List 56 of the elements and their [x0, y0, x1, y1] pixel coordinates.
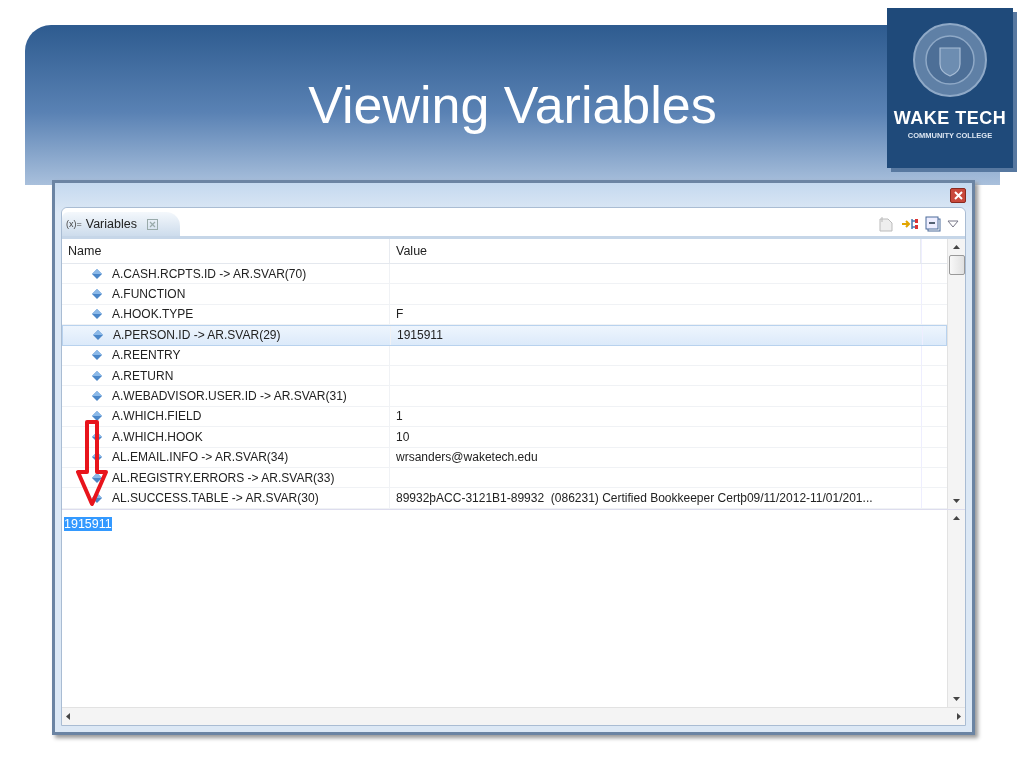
variable-name: A.REENTRY	[112, 348, 181, 363]
variable-row[interactable]: A.RETURN	[62, 365, 947, 387]
variable-row[interactable]: A.PERSON.ID -> AR.SVAR(29) 1915911	[62, 325, 947, 346]
variable-name: A.FUNCTION	[112, 287, 186, 302]
variable-name: AL.EMAIL.INFO -> AR.SVAR(34)	[112, 450, 289, 465]
variable-name: A.WHICH.HOOK	[112, 429, 203, 444]
column-header[interactable]: Name	[62, 239, 390, 263]
variable-icon	[93, 330, 103, 341]
vertical-scrollbar[interactable]	[947, 510, 965, 707]
scroll-up-icon[interactable]	[953, 245, 960, 249]
logo-name: WAKE TECH	[893, 108, 1007, 129]
variable-icon	[92, 289, 102, 300]
detail-text: 1915911	[64, 517, 112, 531]
variable-value: wrsanders@waketech.edu	[396, 450, 538, 465]
variable-value: 89932þACC-3121B1-89932 (086231) Certified Bookkeeper Certþ09/11/2012-11/01/201...	[396, 491, 873, 505]
variable-value: 1915911	[397, 328, 443, 343]
variable-value: F	[396, 307, 404, 322]
variable-name: A.WHICH.FIELD	[112, 409, 202, 424]
scroll-left-icon[interactable]	[66, 713, 70, 720]
variable-icon	[92, 350, 102, 361]
variable-name: AL.REGISTRY.ERRORS -> AR.SVAR(33)	[112, 470, 335, 485]
variable-name: A.RETURN	[112, 368, 174, 383]
variable-name: A.CASH.RCPTS.ID -> AR.SVAR(70)	[112, 266, 307, 281]
variable-name: AL.SUCCESS.TABLE -> AR.SVAR(30)	[112, 491, 319, 505]
variable-value: 1	[396, 409, 403, 424]
variable-row[interactable]: A.WEBADVISOR.USER.ID -> AR.SVAR(31)	[62, 386, 947, 407]
variable-icon	[92, 411, 102, 422]
variable-row[interactable]: A.FUNCTION	[62, 284, 947, 305]
scroll-thumb[interactable]	[948, 255, 965, 275]
collapse-all-icon[interactable]	[925, 216, 941, 232]
variable-name: A.WEBADVISOR.USER.ID -> AR.SVAR(31)	[112, 389, 347, 404]
variable-icon	[92, 268, 102, 279]
variables-tab[interactable]: (x)= Variables	[62, 212, 180, 236]
variable-row[interactable]: AL.REGISTRY.ERRORS -> AR.SVAR(33)	[62, 467, 947, 489]
horizontal-scrollbar[interactable]	[62, 707, 965, 725]
scroll-down-icon[interactable]	[953, 499, 960, 503]
variable-name: A.HOOK.TYPE	[112, 307, 194, 322]
variable-icon	[92, 472, 102, 483]
scroll-right-icon[interactable]	[957, 713, 961, 720]
scroll-down-icon[interactable]	[953, 697, 960, 701]
variable-icon	[92, 370, 102, 381]
variable-icon	[92, 391, 102, 402]
variable-row[interactable]: A.CASH.RCPTS.ID -> AR.SVAR(70)	[62, 264, 947, 285]
slide-title: Viewing Variables	[308, 77, 717, 136]
tree-arrow-icon[interactable]	[901, 216, 919, 232]
scroll-up-icon[interactable]	[953, 516, 960, 520]
vertical-scrollbar[interactable]	[947, 239, 965, 509]
variable-row[interactable]: AL.SUCCESS.TABLE -> AR.SVAR(30) 89932þACC-3121B1-89932 (086231) Certified Bookkeeper Certþ09/11/2012-11/01/201...	[62, 488, 947, 509]
variable-row[interactable]: A.REENTRY	[62, 345, 947, 366]
variable-name: A.PERSON.ID -> AR.SVAR(29)	[113, 328, 281, 343]
close-button[interactable]	[950, 187, 966, 203]
view-menu-icon[interactable]	[947, 220, 959, 228]
variable-row[interactable]: A.WHICH.FIELD 1	[62, 406, 947, 428]
variable-value: 10	[396, 429, 410, 444]
column-header[interactable]: Value	[390, 239, 921, 263]
variable-icon	[92, 309, 102, 320]
